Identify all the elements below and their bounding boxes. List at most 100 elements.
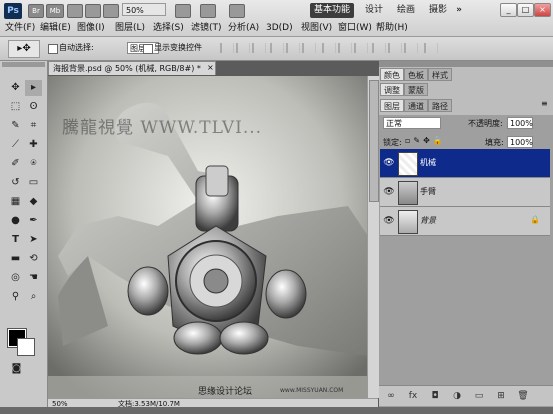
background-color-swatch[interactable] bbox=[17, 338, 35, 356]
menu-3d[interactable]: 3D(D) bbox=[266, 20, 293, 36]
visibility-eye-icon[interactable]: 👁 bbox=[383, 216, 395, 226]
move-tool-preset-icon[interactable]: ▸✥ bbox=[8, 40, 40, 58]
vertical-scrollbar[interactable] bbox=[367, 76, 379, 398]
auto-align-icon[interactable] bbox=[424, 43, 438, 53]
shape-tool-icon[interactable]: ▬ bbox=[7, 251, 24, 267]
menu-help[interactable]: 帮助(H) bbox=[376, 20, 408, 36]
distribute-left-icon[interactable] bbox=[372, 43, 386, 53]
tab-swatches[interactable]: 色板 bbox=[404, 68, 428, 81]
bridge-button[interactable]: Br bbox=[28, 4, 44, 18]
gradient-tool-icon[interactable]: ▦ bbox=[7, 194, 24, 210]
align-left-icon[interactable] bbox=[270, 43, 284, 53]
3d-rotate-tool-icon[interactable]: ⟲ bbox=[25, 251, 42, 267]
hand-tool-icon[interactable] bbox=[85, 4, 101, 18]
new-layer-icon[interactable]: ⊞ bbox=[495, 390, 507, 402]
workspace-design-button[interactable]: 设计 bbox=[362, 3, 386, 18]
arrange-documents-icon[interactable] bbox=[200, 4, 216, 18]
tab-layers[interactable]: 图层 bbox=[380, 99, 404, 112]
align-bottom-icon[interactable] bbox=[252, 43, 266, 53]
quick-mask-icon[interactable]: ◙ bbox=[8, 361, 25, 377]
lasso-tool-icon[interactable]: ʘ bbox=[25, 99, 42, 115]
add-mask-icon[interactable]: ◘ bbox=[429, 390, 441, 402]
menu-view[interactable]: 视图(V) bbox=[301, 20, 332, 36]
workspace-photography-button[interactable]: 摄影 bbox=[426, 3, 450, 18]
clone-stamp-tool-icon[interactable]: ⍟ bbox=[25, 156, 42, 172]
panel-dock-header[interactable] bbox=[379, 61, 553, 67]
eyedropper-tool-icon[interactable]: ⟋ bbox=[7, 137, 24, 153]
align-vertical-center-icon[interactable] bbox=[236, 43, 250, 53]
menu-edit[interactable]: 编辑(E) bbox=[40, 20, 71, 36]
type-tool-icon[interactable]: T bbox=[7, 232, 24, 248]
distribute-right-icon[interactable] bbox=[404, 43, 418, 53]
align-right-icon[interactable] bbox=[302, 43, 316, 53]
show-transform-checkbox[interactable] bbox=[143, 44, 153, 54]
workspace-painting-button[interactable]: 绘画 bbox=[394, 3, 418, 18]
layer-row-arm[interactable]: 👁 手臂 bbox=[380, 178, 550, 207]
blur-tool-icon[interactable]: ◆ bbox=[25, 194, 42, 210]
adjustment-layer-icon[interactable]: ◑ bbox=[451, 390, 463, 402]
menu-file[interactable]: 文件(F) bbox=[5, 20, 35, 36]
menu-analysis[interactable]: 分析(A) bbox=[228, 20, 259, 36]
3d-orbit-tool-icon[interactable]: ◎ bbox=[7, 270, 24, 286]
layer-row-background[interactable]: 👁 背景 🔒 bbox=[380, 207, 550, 236]
lock-icons[interactable]: ▫✎✥🔒 bbox=[405, 136, 446, 145]
history-brush-tool-icon[interactable]: ↺ bbox=[7, 175, 24, 191]
close-button[interactable]: × bbox=[534, 3, 551, 17]
move-tool-active-icon[interactable]: ▸ bbox=[25, 80, 42, 96]
link-layers-icon[interactable]: ∞ bbox=[385, 390, 397, 402]
document-tab[interactable]: 海报背景.psd @ 50% (机械, RGB/8#) * bbox=[48, 61, 216, 75]
view-extras-button[interactable] bbox=[67, 4, 83, 18]
maximize-button[interactable]: □ bbox=[517, 3, 534, 17]
layer-row-mechanical[interactable]: 👁 机械 bbox=[380, 149, 550, 178]
menu-layer[interactable]: 图层(L) bbox=[115, 20, 145, 36]
quick-select-tool-icon[interactable]: ✎ bbox=[7, 118, 24, 134]
screen-mode-icon[interactable] bbox=[229, 4, 245, 18]
fill-field[interactable]: 100% bbox=[507, 136, 533, 148]
tab-styles[interactable]: 样式 bbox=[428, 68, 452, 81]
distribute-top-icon[interactable] bbox=[322, 43, 336, 53]
healing-brush-tool-icon[interactable]: ✚ bbox=[25, 137, 42, 153]
distribute-horizontal-center-icon[interactable] bbox=[388, 43, 402, 53]
close-document-icon[interactable]: × bbox=[207, 63, 214, 72]
mini-bridge-button[interactable]: Mb bbox=[46, 4, 64, 18]
new-group-icon[interactable]: ▭ bbox=[473, 390, 485, 402]
menu-window[interactable]: 窗口(W) bbox=[338, 20, 372, 36]
marquee-tool-icon[interactable]: ⬚ bbox=[7, 99, 24, 115]
visibility-eye-icon[interactable]: 👁 bbox=[383, 158, 395, 168]
crop-tool-icon[interactable]: ⌗ bbox=[25, 118, 42, 134]
menu-image[interactable]: 图像(I) bbox=[77, 20, 105, 36]
tab-paths[interactable]: 路径 bbox=[428, 99, 452, 112]
tab-color[interactable]: 颜色 bbox=[380, 68, 404, 81]
zoom-tool-icon[interactable]: ⚲ bbox=[7, 289, 24, 305]
tab-channels[interactable]: 通道 bbox=[404, 99, 428, 112]
eraser-tool-icon[interactable]: ▭ bbox=[25, 175, 42, 191]
opacity-field[interactable]: 100% bbox=[507, 117, 533, 129]
workspace-essentials-button[interactable]: 基本功能 bbox=[310, 3, 354, 18]
menu-filter[interactable]: 滤镜(T) bbox=[191, 20, 222, 36]
scrollbar-thumb[interactable] bbox=[369, 80, 379, 202]
zoom-tool-icon[interactable] bbox=[103, 4, 119, 18]
align-top-icon[interactable] bbox=[220, 43, 234, 53]
move-tool-icon[interactable]: ✥ bbox=[7, 80, 24, 96]
path-selection-tool-icon[interactable]: ➤ bbox=[25, 232, 42, 248]
minimize-button[interactable]: _ bbox=[500, 3, 517, 17]
zoom-level-select[interactable]: 50% bbox=[122, 3, 166, 16]
document-canvas[interactable]: 騰龍視覺 WWW.TLVI... 思缘设计论坛 www.MISSYUAN.COM bbox=[48, 76, 378, 398]
visibility-eye-icon[interactable]: 👁 bbox=[383, 187, 395, 197]
tab-masks[interactable]: 蒙版 bbox=[404, 83, 428, 96]
rotate-view-tool-icon[interactable]: ⌕ bbox=[25, 289, 42, 305]
brush-tool-icon[interactable]: ✐ bbox=[7, 156, 24, 172]
blend-mode-select[interactable]: 正常 bbox=[383, 117, 441, 129]
distribute-vertical-center-icon[interactable] bbox=[338, 43, 352, 53]
auto-select-checkbox[interactable] bbox=[48, 44, 58, 54]
pen-tool-icon[interactable]: ✒ bbox=[25, 213, 42, 229]
panel-menu-icon[interactable]: ≡ bbox=[541, 99, 548, 108]
menu-select[interactable]: 选择(S) bbox=[153, 20, 184, 36]
align-horizontal-center-icon[interactable] bbox=[286, 43, 300, 53]
delete-layer-icon[interactable]: 🗑 bbox=[517, 390, 529, 402]
workspace-more-icon[interactable]: » bbox=[454, 3, 464, 18]
tab-adjustments[interactable]: 调整 bbox=[380, 83, 404, 96]
hand-tool-icon[interactable]: ☚ bbox=[25, 270, 42, 286]
layer-style-icon[interactable]: fx bbox=[407, 390, 419, 402]
distribute-bottom-icon[interactable] bbox=[354, 43, 368, 53]
